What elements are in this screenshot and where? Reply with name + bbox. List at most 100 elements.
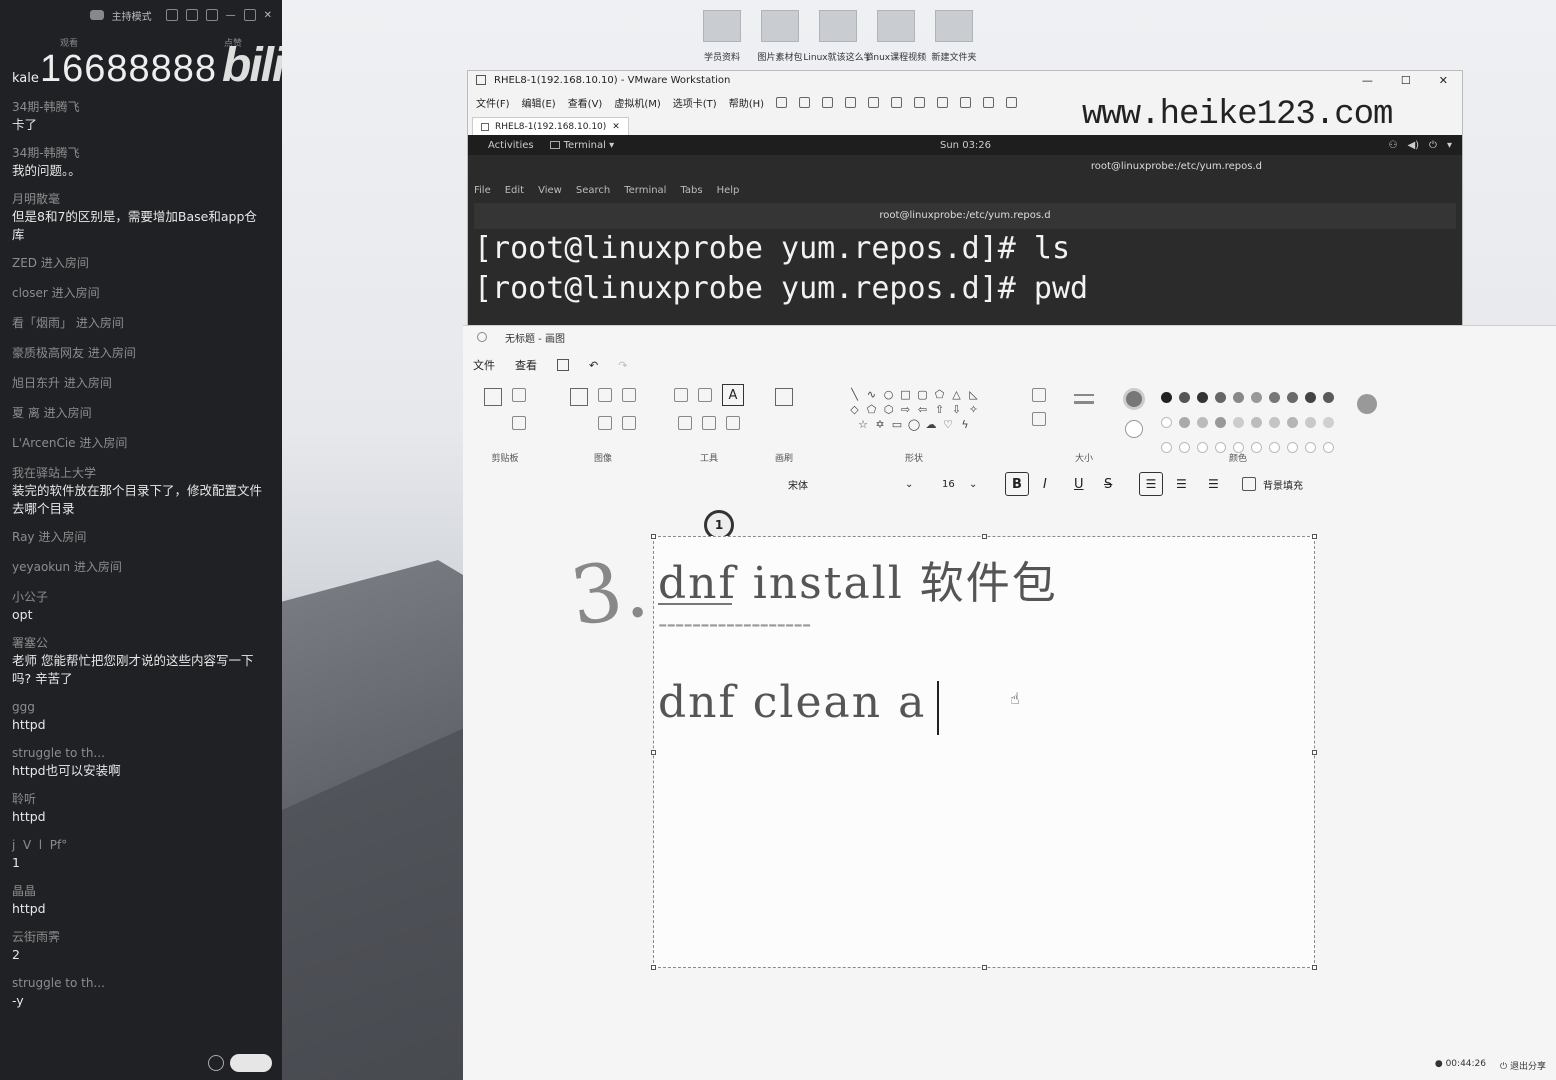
heart-shape-icon[interactable]: ♡ [941,418,955,431]
align-left-button[interactable]: ☰ [1139,472,1163,496]
term-menu-view[interactable]: View [538,179,562,203]
exit-share-button[interactable]: ⏻ 退出分享 [1500,1059,1546,1072]
minimize-icon[interactable]: — [226,10,236,21]
paint-canvas[interactable]: dnf install 软件包 ------------------ dnf c… [651,534,1317,970]
color-swatch[interactable] [1251,442,1262,453]
color-swatch[interactable] [1215,392,1226,403]
color-swatch[interactable] [1305,442,1316,453]
resize-handle[interactable] [1312,965,1317,970]
color-swatch[interactable] [1269,417,1280,428]
lightning-shape-icon[interactable]: ϟ [958,418,972,431]
color-swatch[interactable] [1161,392,1172,403]
star6-shape-icon[interactable]: ✡ [873,418,887,431]
desktop-icon[interactable]: Linux就该这么学 [803,10,873,63]
stretch-icon[interactable] [1006,96,1018,108]
term-menu-help[interactable]: Help [717,179,740,203]
color-swatch[interactable] [1215,442,1226,453]
resize-handle[interactable] [982,534,987,539]
resize-handle[interactable] [1312,534,1317,539]
resize-icon[interactable] [598,416,612,430]
copy-icon[interactable] [512,416,526,430]
power-icon[interactable]: ⏻ [1429,140,1437,151]
background-fill-checkbox[interactable] [1242,477,1256,491]
oval-shape-icon[interactable]: ○ [882,388,896,401]
color-swatch[interactable] [1305,417,1316,428]
star4-shape-icon[interactable]: ✧ [967,403,981,416]
fullscreen-icon[interactable] [937,96,949,108]
color-swatch[interactable] [1251,392,1262,403]
star5-shape-icon[interactable]: ☆ [856,418,870,431]
expand-icon[interactable] [185,9,198,21]
rotate-icon[interactable] [622,388,636,402]
flip-icon[interactable] [622,416,636,430]
chevron-down-icon[interactable]: ⌄ [905,479,913,490]
menu-tabs[interactable]: 选项卡(T) [673,95,717,110]
menu-help[interactable]: 帮助(H) [729,95,764,110]
menu-view[interactable]: 查看 [515,357,537,373]
italic-button[interactable]: I [1043,477,1047,492]
unity-icon[interactable] [960,96,972,108]
rect-shape-icon[interactable]: □ [899,388,913,401]
chevron-down-icon[interactable]: ▾ [1447,140,1452,151]
cut-icon[interactable] [512,388,526,402]
paste-icon[interactable] [484,388,502,406]
hexagon-shape-icon[interactable]: ⬡ [882,403,896,416]
close-tab-icon[interactable]: ✕ [612,122,620,132]
callout-rect-shape-icon[interactable]: ▭ [890,418,904,431]
color2-selector[interactable] [1125,420,1143,438]
snapshot-manager-icon[interactable] [868,96,880,108]
chevron-down-icon[interactable]: ⌄ [969,479,977,490]
app-menu[interactable]: Terminal ▾ [564,140,614,151]
settings-icon[interactable] [165,9,178,21]
menu-file[interactable]: 文件(F) [476,95,510,110]
color1-selector[interactable] [1123,388,1145,410]
term-menu-tabs[interactable]: Tabs [680,179,702,203]
color-picker-icon[interactable] [702,416,716,430]
brush-icon[interactable] [775,388,793,406]
line-shape-icon[interactable]: ╲ [848,388,862,401]
close-icon[interactable]: ✕ [1439,74,1448,87]
undo-icon[interactable]: ↶ [589,359,598,372]
pentagon-shape-icon[interactable]: ⬠ [865,403,879,416]
menu-file[interactable]: 文件 [473,357,495,373]
pencil-icon[interactable] [674,388,688,402]
color-swatch[interactable] [1197,392,1208,403]
maximize-icon[interactable] [243,9,256,21]
triangle-shape-icon[interactable]: △ [950,388,964,401]
redo-icon[interactable]: ↷ [618,359,627,372]
callout-oval-shape-icon[interactable]: ◯ [907,418,921,431]
fill-icon[interactable] [698,388,712,402]
color-swatch[interactable] [1179,392,1190,403]
close-icon[interactable]: ✕ [264,10,272,21]
minimize-icon[interactable]: — [1362,74,1373,87]
color-swatch[interactable] [1215,417,1226,428]
console-icon[interactable] [983,96,995,108]
round-rect-shape-icon[interactable]: ▢ [916,388,930,401]
send-keys-icon[interactable] [799,96,811,108]
color-swatch[interactable] [1197,417,1208,428]
maximize-icon[interactable]: ☐ [1401,74,1411,87]
network-icon[interactable]: ⚇ [1388,140,1397,151]
vm-tab[interactable]: RHEL8-1(192.168.10.10) ✕ [472,117,629,135]
arrow-right-shape-icon[interactable]: ⇨ [899,403,913,416]
menu-edit[interactable]: 编辑(E) [522,95,556,110]
term-menu-terminal[interactable]: Terminal [624,179,666,203]
arrow-down-shape-icon[interactable]: ⇩ [950,403,964,416]
pause-icon[interactable] [776,96,788,108]
color-swatch[interactable] [1323,442,1334,453]
strikethrough-button[interactable]: S [1104,477,1112,492]
eraser-icon[interactable] [678,416,692,430]
terminal-tab-title[interactable]: root@linuxprobe:/etc/yum.repos.d [474,203,1456,229]
callout-cloud-shape-icon[interactable]: ☁ [924,418,938,431]
text-tool-icon[interactable]: A [722,384,744,406]
term-menu-search[interactable]: Search [576,179,610,203]
desktop-icon[interactable]: 图片素材包 [758,10,803,63]
menu-icon[interactable] [205,9,218,21]
color-swatch[interactable] [1305,392,1316,403]
polygon-shape-icon[interactable]: ⬠ [933,388,947,401]
right-triangle-shape-icon[interactable]: ◺ [967,388,981,401]
color-swatch[interactable] [1287,417,1298,428]
save-icon[interactable] [557,359,569,371]
library-icon[interactable] [891,96,903,108]
color-swatch[interactable] [1287,442,1298,453]
